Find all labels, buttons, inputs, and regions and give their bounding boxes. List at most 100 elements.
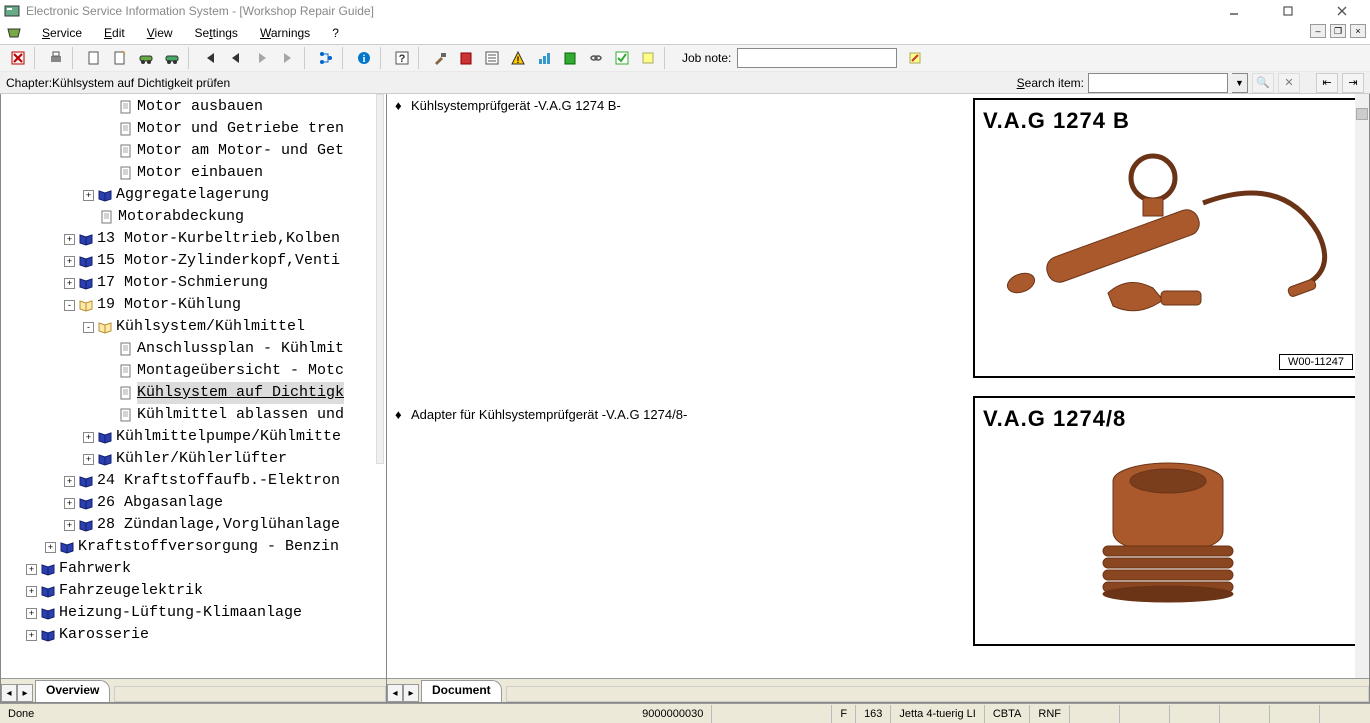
tab-scroll-left-button[interactable]: ◂ [1,684,17,702]
left-hscroll[interactable] [114,686,386,702]
tree-scrollbar[interactable] [376,94,384,464]
tree-expander[interactable]: - [64,300,75,311]
right-hscroll[interactable] [506,686,1369,702]
tool-open-button[interactable] [108,47,132,69]
tool-info-button[interactable]: i [352,47,376,69]
close-button[interactable] [1324,2,1360,20]
tree-label: 13 Motor-Kurbeltrieb,Kolben [97,228,340,250]
menu-view[interactable]: View [137,24,183,42]
tree-node[interactable]: Motor einbauen [1,162,386,184]
mdi-minimize-button[interactable]: – [1310,24,1326,38]
tree-expander[interactable]: + [26,608,37,619]
tree-node[interactable]: Kühlsystem auf Dichtigk [1,382,386,404]
tree-node[interactable]: Motor ausbauen [1,96,386,118]
tree-expander[interactable]: + [26,564,37,575]
chapter-bar: Chapter:Kühlsystem auf Dichtigkeit prüfe… [0,72,1370,94]
tool-help-button[interactable]: ? [390,47,414,69]
search-clear-button[interactable]: ✕ [1278,73,1300,93]
tool-vehicle-button[interactable] [134,47,158,69]
tool-nav-prev-button[interactable] [224,47,248,69]
tool-nav-next-button[interactable] [250,47,274,69]
tool-warning-button[interactable]: ! [506,47,530,69]
tool-nav-first-button[interactable] [198,47,222,69]
menu-edit[interactable]: Edit [94,24,135,42]
tree-expander[interactable]: + [83,432,94,443]
tree-node[interactable]: -19 Motor-Kühlung [1,294,386,316]
tree-expander[interactable]: + [64,476,75,487]
tree-node[interactable]: +17 Motor-Schmierung [1,272,386,294]
tree-node[interactable]: +Kühlmittelpumpe/Kühlmitte [1,426,386,448]
tree-expander[interactable]: + [64,520,75,531]
tree-node[interactable]: +Aggregatelagerung [1,184,386,206]
tree-expander[interactable]: + [64,498,75,509]
figure-box[interactable]: V.A.G 1274/8 [973,396,1363,646]
tree-node[interactable]: + Heizung-Lüftung-Klimaanlage [1,602,386,624]
tree-node[interactable]: +Fahrwerk [1,558,386,580]
collapse-right-button[interactable]: ⇥ [1342,73,1364,93]
tree-expander[interactable]: + [64,234,75,245]
tree-node[interactable]: +13 Motor-Kurbeltrieb,Kolben [1,228,386,250]
tree-node[interactable]: +Kraftstoffversorgung - Benzin [1,536,386,558]
tree-node[interactable]: +Kühler/Kühlerlüfter [1,448,386,470]
tool-exit-button[interactable] [6,47,30,69]
search-find-button[interactable]: 🔍 [1252,73,1274,93]
minimize-button[interactable] [1216,2,1252,20]
tree-expander[interactable]: + [64,256,75,267]
tree-node[interactable]: +28 Zündanlage,Vorglühanlage [1,514,386,536]
mdi-close-button[interactable]: × [1350,24,1366,38]
search-dropdown-button[interactable]: ▼ [1232,73,1248,93]
tree-label: Heizung-Lüftung-Klimaanlage [59,602,302,624]
figure-box[interactable]: V.A.G 1274 B [973,98,1363,378]
tool-print-button[interactable] [44,47,68,69]
tool-greenbook-button[interactable] [558,47,582,69]
collapse-left-button[interactable]: ⇤ [1316,73,1338,93]
menu-settings[interactable]: Settings [185,24,248,42]
tree-expander[interactable]: + [26,586,37,597]
tool-hammer-button[interactable] [428,47,452,69]
menu-warnings[interactable]: Warnings [250,24,320,42]
tree-node[interactable]: +Fahrzeugelektrik [1,580,386,602]
tree-node[interactable]: +26 Abgasanlage [1,492,386,514]
tab-document[interactable]: Document [421,680,502,702]
tree-node[interactable]: +Karosserie [1,624,386,646]
tool-check-button[interactable] [610,47,634,69]
tool-vehicle2-button[interactable] [160,47,184,69]
tab-scroll-left-button[interactable]: ◂ [387,684,403,702]
tree-expander[interactable]: + [26,630,37,641]
tree-node[interactable]: Motor und Getriebe tren [1,118,386,140]
tree-expander[interactable]: + [83,190,94,201]
document-scrollbar[interactable] [1355,94,1369,678]
tree-expander[interactable]: - [83,322,94,333]
tree-expander[interactable]: + [83,454,94,465]
tree-node[interactable]: Montageübersicht - Motc [1,360,386,382]
tool-redbook-button[interactable] [454,47,478,69]
maximize-button[interactable] [1270,2,1306,20]
tree-node[interactable]: Kühlmittel ablassen und [1,404,386,426]
tree-node[interactable]: -Kühlsystem/Kühlmittel [1,316,386,338]
tool-chart-button[interactable] [532,47,556,69]
menu-help[interactable]: ? [322,24,349,42]
overview-pane: Motor ausbauenMotor und Getriebe trenMot… [0,94,387,703]
search-item-input[interactable] [1088,73,1228,93]
mdi-restore-button[interactable]: ❐ [1330,24,1346,38]
navigation-tree[interactable]: Motor ausbauenMotor und Getriebe trenMot… [1,94,386,678]
tab-scroll-right-button[interactable]: ▸ [17,684,33,702]
job-note-input[interactable] [737,48,897,68]
tree-node[interactable]: +24 Kraftstoffaufb.-Elektron [1,470,386,492]
tool-tree-button[interactable] [314,47,338,69]
tree-node[interactable]: +15 Motor-Zylinderkopf,Venti [1,250,386,272]
tool-link-button[interactable] [584,47,608,69]
tool-list-button[interactable] [480,47,504,69]
tab-overview[interactable]: Overview [35,680,110,702]
tab-scroll-right-button[interactable]: ▸ [403,684,419,702]
tree-expander[interactable]: + [64,278,75,289]
tool-new-button[interactable] [82,47,106,69]
tree-node[interactable]: Anschlussplan - Kühlmit [1,338,386,360]
tool-note-button[interactable] [636,47,660,69]
menu-service[interactable]: SServiceervice [32,24,92,42]
tree-expander[interactable]: + [45,542,56,553]
job-note-edit-button[interactable] [903,47,927,69]
tree-node[interactable]: Motorabdeckung [1,206,386,228]
tree-node[interactable]: Motor am Motor- und Get [1,140,386,162]
tool-nav-last-button[interactable] [276,47,300,69]
